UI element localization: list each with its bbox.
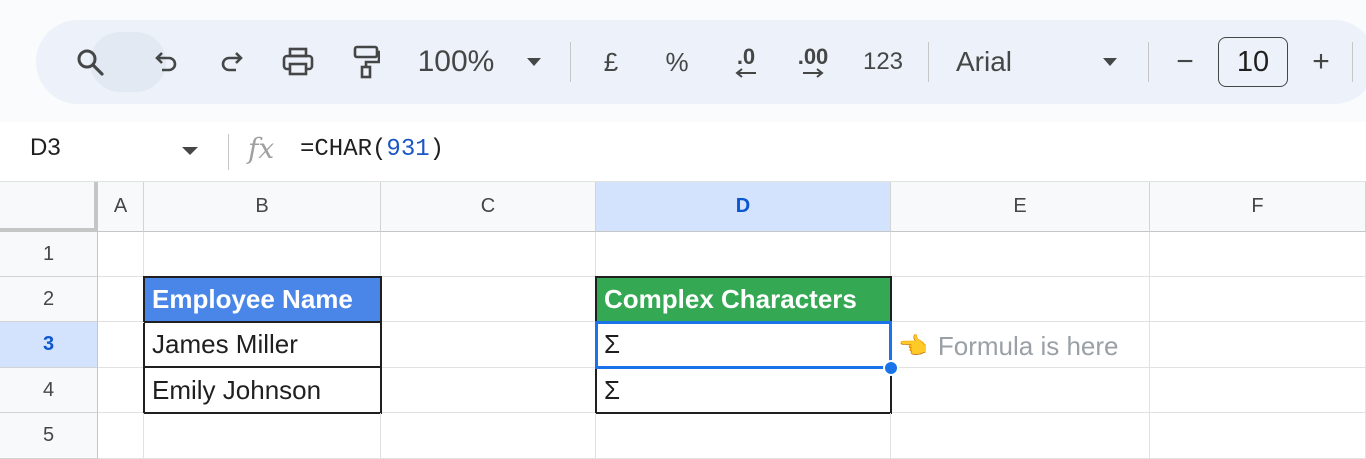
cell-a4[interactable]: [98, 368, 144, 413]
cell-c4[interactable]: [382, 368, 596, 413]
cell-f4[interactable]: [1150, 368, 1366, 413]
more-formats-button[interactable]: 123: [858, 20, 908, 104]
formula-input[interactable]: =CHAR(931): [300, 136, 444, 163]
toolbar-area: 100% £ % .0 .00 123 Arial − 10 +: [0, 0, 1366, 122]
spreadsheet-grid: A B C D E F 1 2 3 4 5 Employee Name Comp…: [0, 182, 1366, 459]
cell-e1[interactable]: [891, 232, 1150, 277]
cell-f2[interactable]: [1150, 277, 1366, 322]
cell-e4[interactable]: [892, 368, 1150, 413]
cell-a3[interactable]: [98, 322, 144, 368]
annotation-text: Formula is here: [937, 330, 1119, 361]
fx-icon: fx: [248, 132, 275, 165]
row-header-3[interactable]: 3: [0, 322, 98, 368]
increase-font-size-button[interactable]: +: [1306, 20, 1336, 104]
fill-handle[interactable]: [883, 360, 899, 376]
cell-c2[interactable]: [382, 277, 596, 322]
cell-b4[interactable]: Emily Johnson: [143, 368, 382, 414]
toolbar-divider: [1352, 42, 1353, 82]
row-header-1[interactable]: 1: [0, 232, 98, 277]
cell-c3[interactable]: [382, 322, 596, 368]
cell-d5[interactable]: [596, 413, 891, 459]
name-box-chevron-down-icon[interactable]: [182, 147, 198, 155]
cell-a2[interactable]: [98, 277, 144, 322]
select-all-corner[interactable]: [0, 182, 98, 232]
decrease-decimals-button[interactable]: .0: [726, 20, 766, 104]
toolbar-divider: [928, 42, 929, 82]
cell-f5[interactable]: [1150, 413, 1366, 459]
print-icon[interactable]: [278, 20, 318, 104]
toolbar-divider: [1148, 42, 1149, 82]
percent-format-button[interactable]: %: [662, 20, 692, 104]
name-box[interactable]: D3: [30, 134, 61, 162]
undo-icon[interactable]: [146, 20, 186, 104]
toolbar-divider: [570, 42, 571, 82]
pointing-hand-icon: 👈: [898, 332, 928, 360]
font-select[interactable]: Arial: [956, 20, 1026, 104]
formula-bar-divider: [228, 134, 229, 170]
column-header-a[interactable]: A: [98, 182, 144, 232]
arrow-left-icon: [735, 68, 756, 78]
cell-a1[interactable]: [98, 232, 144, 277]
cell-e5[interactable]: [891, 413, 1150, 459]
row-header-2[interactable]: 2: [0, 277, 98, 322]
cell-b2[interactable]: Employee Name: [143, 276, 382, 323]
font-size-input[interactable]: 10: [1218, 37, 1288, 87]
zoom-value: 100%: [417, 45, 495, 78]
zoom-select[interactable]: 100%: [416, 20, 496, 104]
cell-e2[interactable]: [892, 277, 1150, 322]
column-header-b[interactable]: B: [144, 182, 381, 232]
cell-b3[interactable]: James Miller: [143, 323, 382, 368]
decrease-font-size-button[interactable]: −: [1170, 20, 1200, 104]
column-header-f[interactable]: F: [1150, 182, 1366, 232]
column-header-e[interactable]: E: [891, 182, 1150, 232]
cell-d1[interactable]: [596, 232, 891, 277]
font-chevron-down-icon[interactable]: [1100, 20, 1120, 104]
cell-f1[interactable]: [1150, 232, 1366, 277]
arrow-right-icon: [803, 68, 824, 78]
row-header-5[interactable]: 5: [0, 413, 98, 459]
cell-d3[interactable]: Σ: [595, 323, 892, 368]
cell-a5[interactable]: [98, 413, 144, 459]
cell-d4[interactable]: Σ: [595, 368, 892, 414]
redo-icon[interactable]: [212, 20, 252, 104]
increase-decimals-button[interactable]: .00: [790, 20, 836, 104]
row-header-4[interactable]: 4: [0, 368, 98, 413]
formula-annotation: 👈 Formula is here: [898, 328, 1119, 364]
cell-f3[interactable]: [1150, 322, 1366, 368]
zoom-chevron-down-icon[interactable]: [524, 20, 544, 104]
paint-format-icon[interactable]: [346, 20, 386, 104]
cell-b5[interactable]: [144, 413, 381, 459]
column-header-c[interactable]: C: [381, 182, 596, 232]
cell-b1[interactable]: [144, 232, 381, 277]
currency-format-button[interactable]: £: [596, 20, 626, 104]
formula-bar: D3 fx =CHAR(931): [0, 122, 1366, 182]
cell-c1[interactable]: [381, 232, 596, 277]
toolbar: 100% £ % .0 .00 123 Arial − 10 +: [36, 20, 1366, 104]
column-header-d[interactable]: D: [596, 182, 891, 232]
cell-d2[interactable]: Complex Characters: [595, 276, 892, 323]
cell-c5[interactable]: [381, 413, 596, 459]
search-icon[interactable]: [70, 20, 110, 104]
